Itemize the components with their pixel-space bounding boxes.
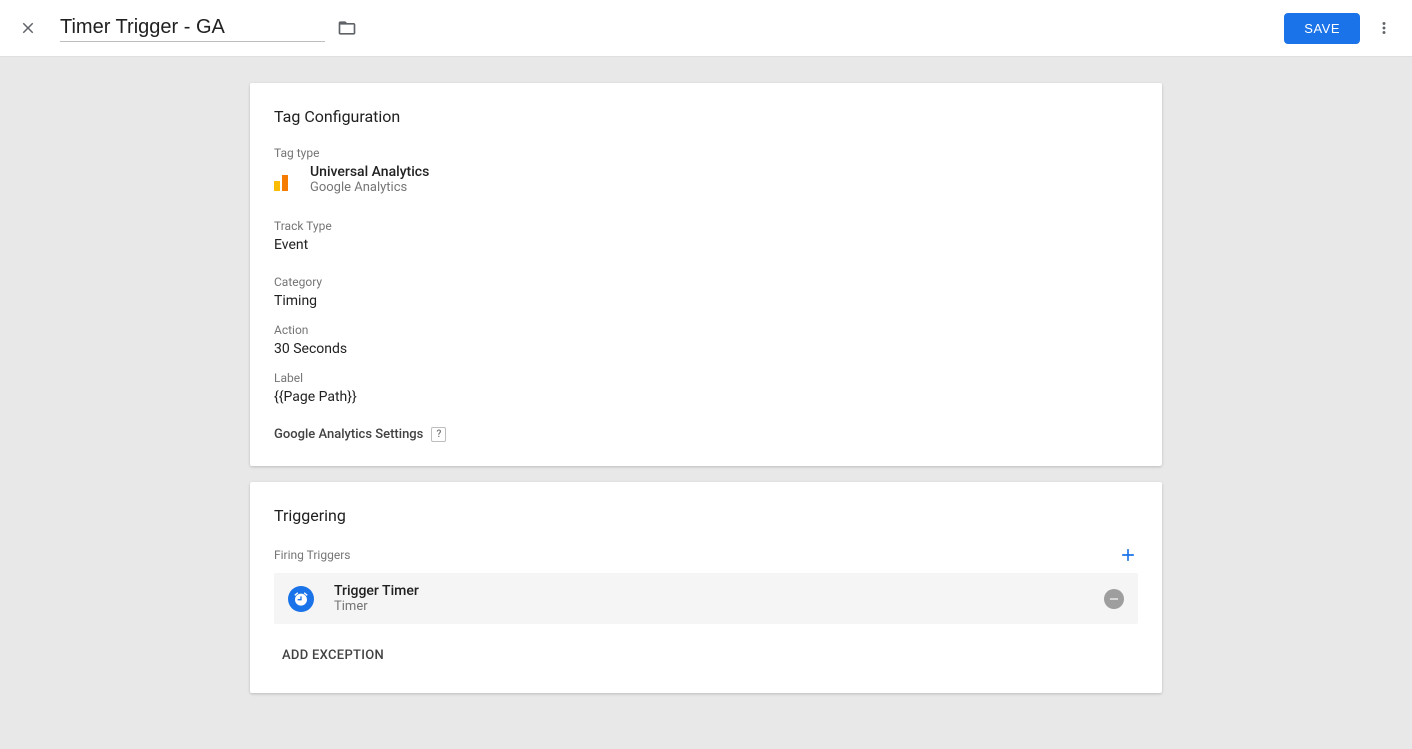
category-label: Category — [274, 275, 1138, 289]
close-icon[interactable] — [16, 16, 40, 40]
save-button[interactable]: SAVE — [1284, 13, 1360, 44]
tag-config-title: Tag Configuration — [274, 107, 1138, 126]
ga-settings-label: Google Analytics Settings — [274, 427, 423, 442]
timer-icon — [288, 586, 314, 612]
more-menu-icon[interactable] — [1372, 16, 1396, 40]
header-bar: SAVE — [0, 0, 1412, 57]
tag-configuration-card[interactable]: Tag Configuration Tag type Universal Ana… — [250, 83, 1162, 466]
trigger-name: Trigger Timer — [334, 583, 1104, 599]
track-type-label: Track Type — [274, 219, 1138, 233]
action-value: 30 Seconds — [274, 341, 1138, 357]
tag-type-label: Tag type — [274, 146, 1138, 160]
label-value: {{Page Path}} — [274, 389, 1138, 405]
trigger-type: Timer — [334, 599, 1104, 614]
add-trigger-icon[interactable] — [1118, 545, 1138, 565]
triggering-card: Triggering Firing Triggers Trigger Timer… — [250, 482, 1162, 693]
folder-icon[interactable] — [337, 18, 357, 38]
track-type-value: Event — [274, 237, 1138, 253]
tag-name-input[interactable] — [60, 14, 325, 42]
google-analytics-icon — [274, 169, 296, 191]
tag-type-sub: Google Analytics — [310, 180, 429, 195]
action-label: Action — [274, 323, 1138, 337]
tag-type-row: Universal Analytics Google Analytics — [274, 164, 1138, 195]
remove-trigger-icon[interactable] — [1104, 589, 1124, 609]
tag-type-name: Universal Analytics — [310, 164, 429, 180]
label-label: Label — [274, 371, 1138, 385]
triggering-title: Triggering — [274, 506, 1138, 525]
category-value: Timing — [274, 293, 1138, 309]
trigger-row[interactable]: Trigger Timer Timer — [274, 573, 1138, 624]
ga-settings-row: Google Analytics Settings ? — [274, 427, 1138, 442]
add-exception-button[interactable]: ADD EXCEPTION — [274, 642, 1138, 669]
firing-triggers-label: Firing Triggers — [274, 548, 350, 562]
help-icon[interactable]: ? — [431, 427, 446, 442]
